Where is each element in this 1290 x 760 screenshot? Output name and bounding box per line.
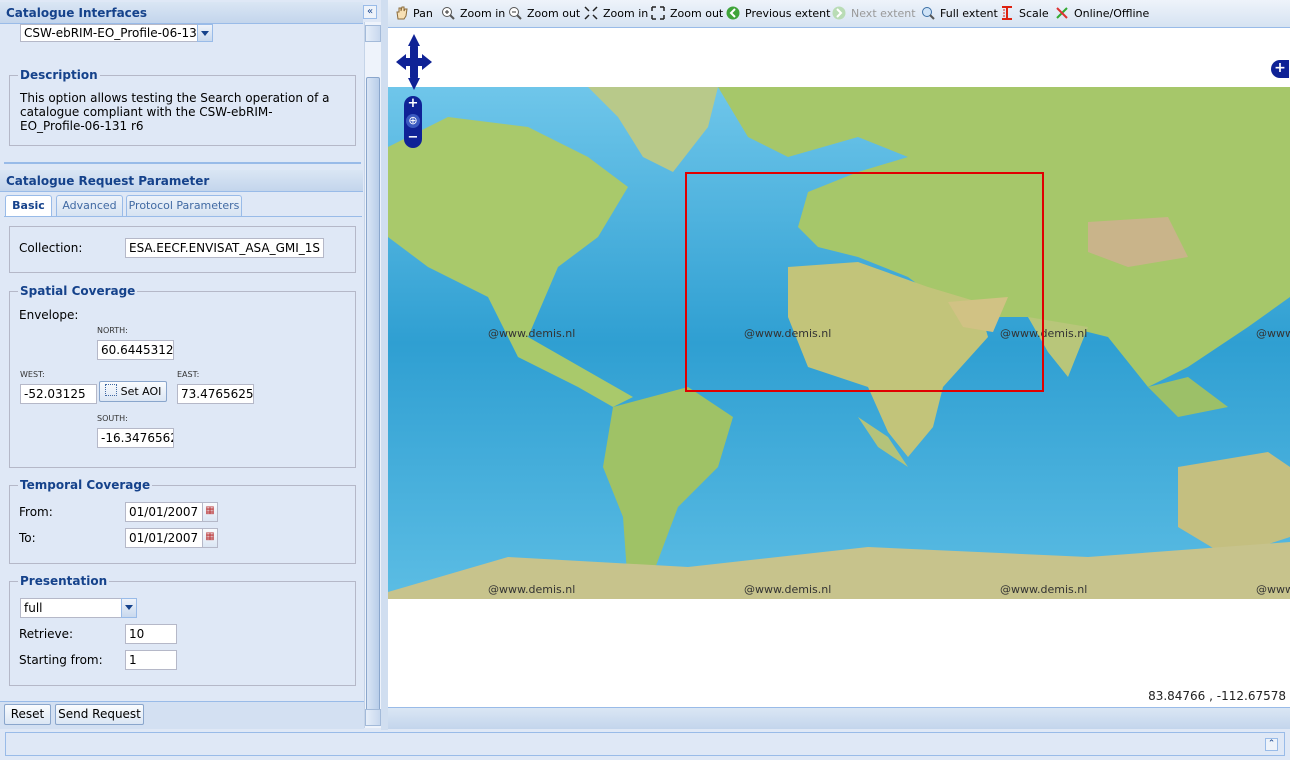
mouse-coordinates: 83.84766 , -112.67578 — [1148, 689, 1286, 703]
zoom-in-button[interactable]: Zoom in — [441, 6, 505, 20]
collection-input[interactable]: ESA.EECF.ENVISAT_ASA_GMI_1S — [125, 238, 324, 258]
panel-splitter[interactable] — [381, 0, 388, 730]
pan-icon — [394, 6, 408, 20]
zoom-out-box-button[interactable]: Zoom out — [651, 6, 723, 20]
map-watermark: @www.demis.nl — [488, 327, 576, 340]
scale-icon — [1000, 6, 1014, 20]
left-scrollbar[interactable] — [364, 22, 382, 728]
west-label: WEST: — [20, 370, 45, 379]
from-date-input[interactable]: 01/01/2007 — [125, 502, 203, 522]
retrieve-label: Retrieve: — [19, 627, 74, 641]
tab-basic[interactable]: Basic — [5, 195, 52, 217]
scroll-down-icon[interactable] — [365, 709, 381, 726]
south-label: SOUTH: — [97, 414, 128, 423]
zoom-out-box-icon — [651, 6, 665, 20]
collapse-icon[interactable]: « — [363, 5, 377, 19]
south-panel-collapsed: ⌃ — [5, 732, 1285, 756]
zoom-minus-icon[interactable]: − — [407, 131, 419, 145]
pan-button[interactable]: Pan — [394, 6, 433, 20]
map-watermark: @www.demis.nl — [1000, 583, 1088, 596]
to-date-input[interactable]: 01/01/2007 — [125, 528, 203, 548]
previous-extent-icon — [726, 6, 740, 20]
starting-from-input[interactable]: 1 — [125, 650, 177, 670]
full-extent-button[interactable]: Full extent — [921, 6, 998, 20]
collection-label: Collection: — [19, 241, 83, 255]
description-legend: Description — [20, 68, 98, 82]
retrieve-input[interactable]: 10 — [125, 624, 177, 644]
pan-control[interactable] — [396, 34, 432, 90]
map-toolbar: Pan Zoom in Zoom out Zoom in Zoom out Pr… — [388, 0, 1290, 28]
catalogue-interfaces-body: CSW-ebRIM-EO_Profile-06-131r Description… — [4, 24, 361, 162]
left-panel: Catalogue Interfaces « CSW-ebRIM-EO_Prof… — [0, 0, 386, 730]
map-bottom-bar — [388, 707, 1290, 729]
scroll-up-icon[interactable] — [365, 25, 381, 42]
temporal-coverage-legend: Temporal Coverage — [20, 478, 151, 492]
north-label: NORTH: — [97, 326, 128, 335]
tab-protocol-parameters[interactable]: Protocol Parameters — [126, 195, 242, 216]
zoom-out-icon — [508, 6, 522, 20]
map-viewport[interactable]: @www.demis.nl @www.demis.nl @www.demis.n… — [388, 28, 1290, 707]
map-watermark: @www.demis.nl — [744, 583, 832, 596]
globe-icon[interactable]: ⊕ — [406, 114, 420, 128]
calendar-icon[interactable]: ▦ — [202, 528, 218, 548]
to-label: To: — [19, 531, 36, 545]
west-input[interactable]: -52.03125 — [20, 384, 97, 404]
set-aoi-button[interactable]: Set AOI — [99, 381, 167, 402]
starting-from-label: Starting from: — [19, 653, 103, 667]
calendar-icon[interactable]: ▦ — [202, 502, 218, 522]
request-param-title: Catalogue Request Parameter — [6, 174, 210, 188]
interface-select[interactable]: CSW-ebRIM-EO_Profile-06-131r — [20, 24, 200, 42]
send-request-button[interactable]: Send Request — [55, 704, 144, 725]
zoom-in-box-icon — [584, 6, 598, 20]
east-input[interactable]: 73.4765625 — [177, 384, 254, 404]
request-param-header: Catalogue Request Parameter — [0, 170, 363, 192]
zoom-out-button[interactable]: Zoom out — [508, 6, 580, 20]
reset-button[interactable]: Reset — [4, 704, 51, 725]
zoom-in-box-button[interactable]: Zoom in — [584, 6, 648, 20]
aoi-rectangle — [685, 172, 1044, 392]
layer-switcher-icon[interactable]: + — [1271, 60, 1289, 78]
east-label: EAST: — [177, 370, 200, 379]
zoom-control: + ⊕ − — [404, 96, 422, 148]
interface-select-arrow[interactable] — [197, 24, 213, 42]
south-input[interactable]: -16.3476562 — [97, 428, 174, 448]
zoom-in-icon — [441, 6, 455, 20]
catalogue-interfaces-header: Catalogue Interfaces — [0, 2, 363, 24]
map-watermark: @www.demis.nl — [1256, 583, 1290, 596]
presentation-legend: Presentation — [20, 574, 108, 588]
expand-icon[interactable]: ⌃ — [1265, 738, 1278, 751]
set-aoi-label: Set AOI — [120, 385, 162, 398]
aoi-icon — [104, 384, 117, 396]
from-label: From: — [19, 505, 53, 519]
map-watermark: @www.demis.nl — [1256, 327, 1290, 340]
spatial-coverage-legend: Spatial Coverage — [20, 284, 136, 298]
divider — [4, 162, 361, 164]
next-extent-button[interactable]: Next extent — [832, 6, 916, 20]
online-offline-button[interactable]: Online/Offline — [1055, 6, 1149, 20]
tab-advanced[interactable]: Advanced — [56, 195, 123, 216]
next-extent-icon — [832, 6, 846, 20]
north-input[interactable]: 60.6445312 — [97, 340, 174, 360]
presentation-select-arrow[interactable] — [121, 598, 137, 618]
previous-extent-button[interactable]: Previous extent — [726, 6, 830, 20]
map-watermark: @www.demis.nl — [488, 583, 576, 596]
description-text: This option allows testing the Search op… — [20, 91, 330, 133]
full-extent-icon — [921, 6, 935, 20]
scale-button[interactable]: Scale — [1000, 6, 1049, 20]
online-offline-icon — [1055, 6, 1069, 20]
presentation-select[interactable]: full — [20, 598, 122, 618]
scroll-thumb[interactable] — [366, 77, 380, 722]
zoom-plus-icon[interactable]: + — [407, 97, 419, 110]
catalogue-interfaces-title: Catalogue Interfaces — [6, 6, 148, 20]
envelope-label: Envelope: — [19, 308, 79, 322]
